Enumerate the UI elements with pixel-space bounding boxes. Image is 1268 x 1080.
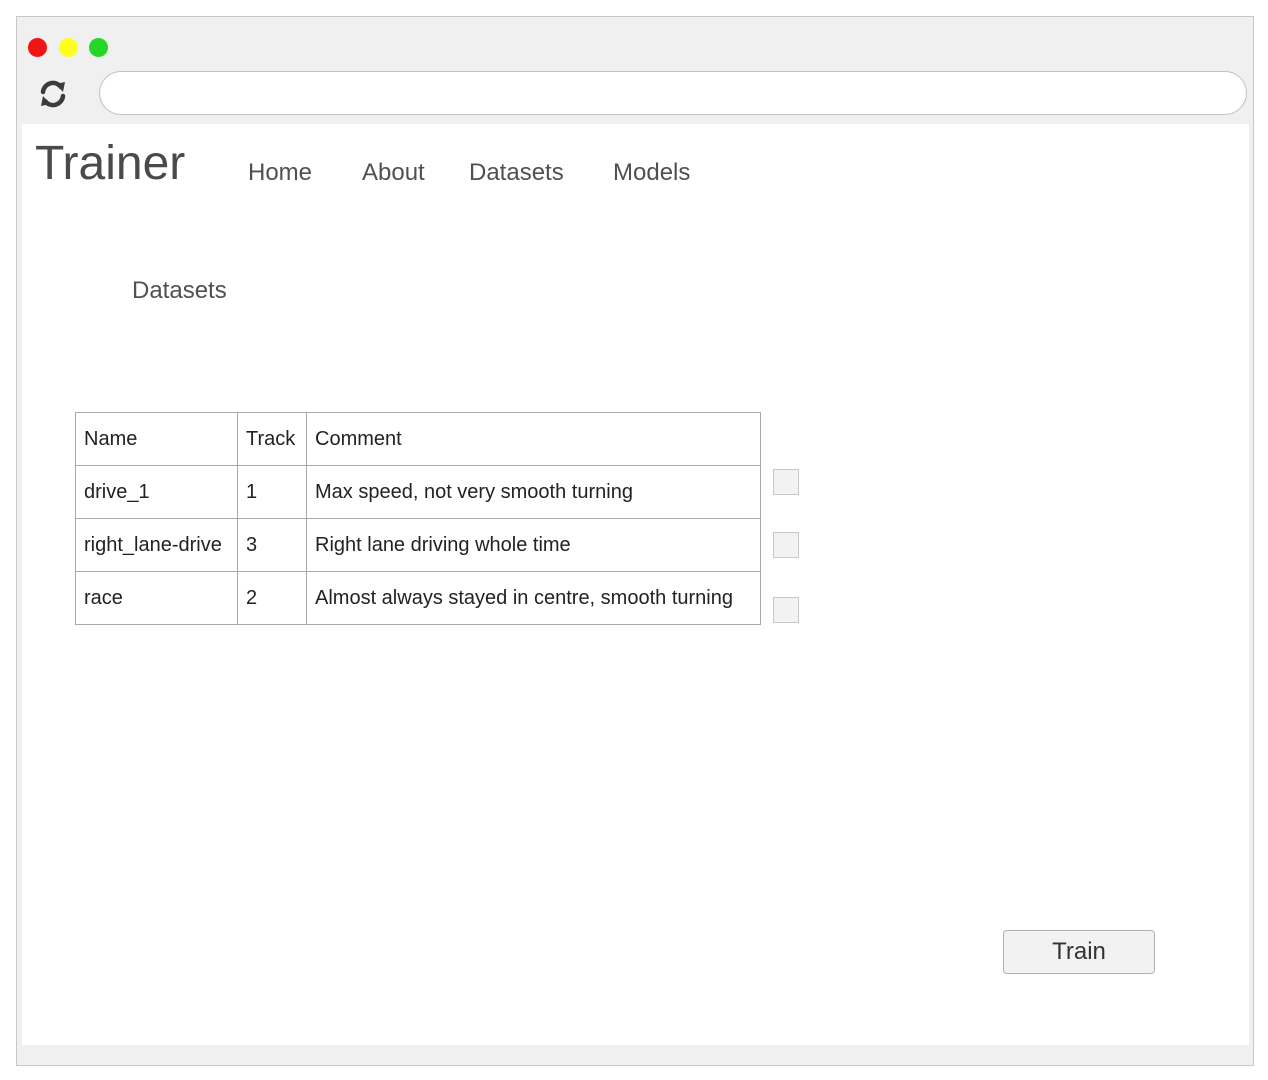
browser-window: Trainer Home About Datasets Models Datas… [16,16,1254,1066]
cell-name: right_lane-drive [75,518,238,572]
cell-name: race [75,571,238,625]
table-row: race 2 Almost always stayed in centre, s… [75,571,761,625]
cell-comment: Almost always stayed in centre, smooth t… [306,571,761,625]
minimize-window-button[interactable] [59,38,78,57]
cell-name: drive_1 [75,465,238,519]
reload-icon[interactable] [37,78,69,110]
datasets-table: Name Track Comment drive_1 1 Max speed, … [75,412,761,625]
address-bar[interactable] [99,71,1247,115]
nav-models[interactable]: Models [613,159,690,187]
column-header-comment: Comment [306,412,761,466]
column-header-name: Name [75,412,238,466]
nav-about[interactable]: About [362,159,425,187]
brand-title: Trainer [35,137,186,190]
nav-home[interactable]: Home [248,159,312,187]
window-footer [22,1045,1249,1063]
table-row: drive_1 1 Max speed, not very smooth tur… [75,465,761,519]
select-checkbox-race[interactable] [773,597,799,623]
table-row: right_lane-drive 3 Right lane driving wh… [75,518,761,572]
page-title: Datasets [132,277,227,304]
cell-track: 2 [237,571,307,625]
table-header-row: Name Track Comment [75,412,761,466]
cell-track: 3 [237,518,307,572]
close-window-button[interactable] [28,38,47,57]
select-checkbox-right-lane-drive[interactable] [773,532,799,558]
cell-comment: Right lane driving whole time [306,518,761,572]
train-button[interactable]: Train [1003,930,1155,974]
column-header-track: Track [237,412,307,466]
cell-track: 1 [237,465,307,519]
select-checkbox-drive-1[interactable] [773,469,799,495]
maximize-window-button[interactable] [89,38,108,57]
nav-datasets[interactable]: Datasets [469,159,564,187]
page-content: Trainer Home About Datasets Models Datas… [22,124,1249,1045]
cell-comment: Max speed, not very smooth turning [306,465,761,519]
